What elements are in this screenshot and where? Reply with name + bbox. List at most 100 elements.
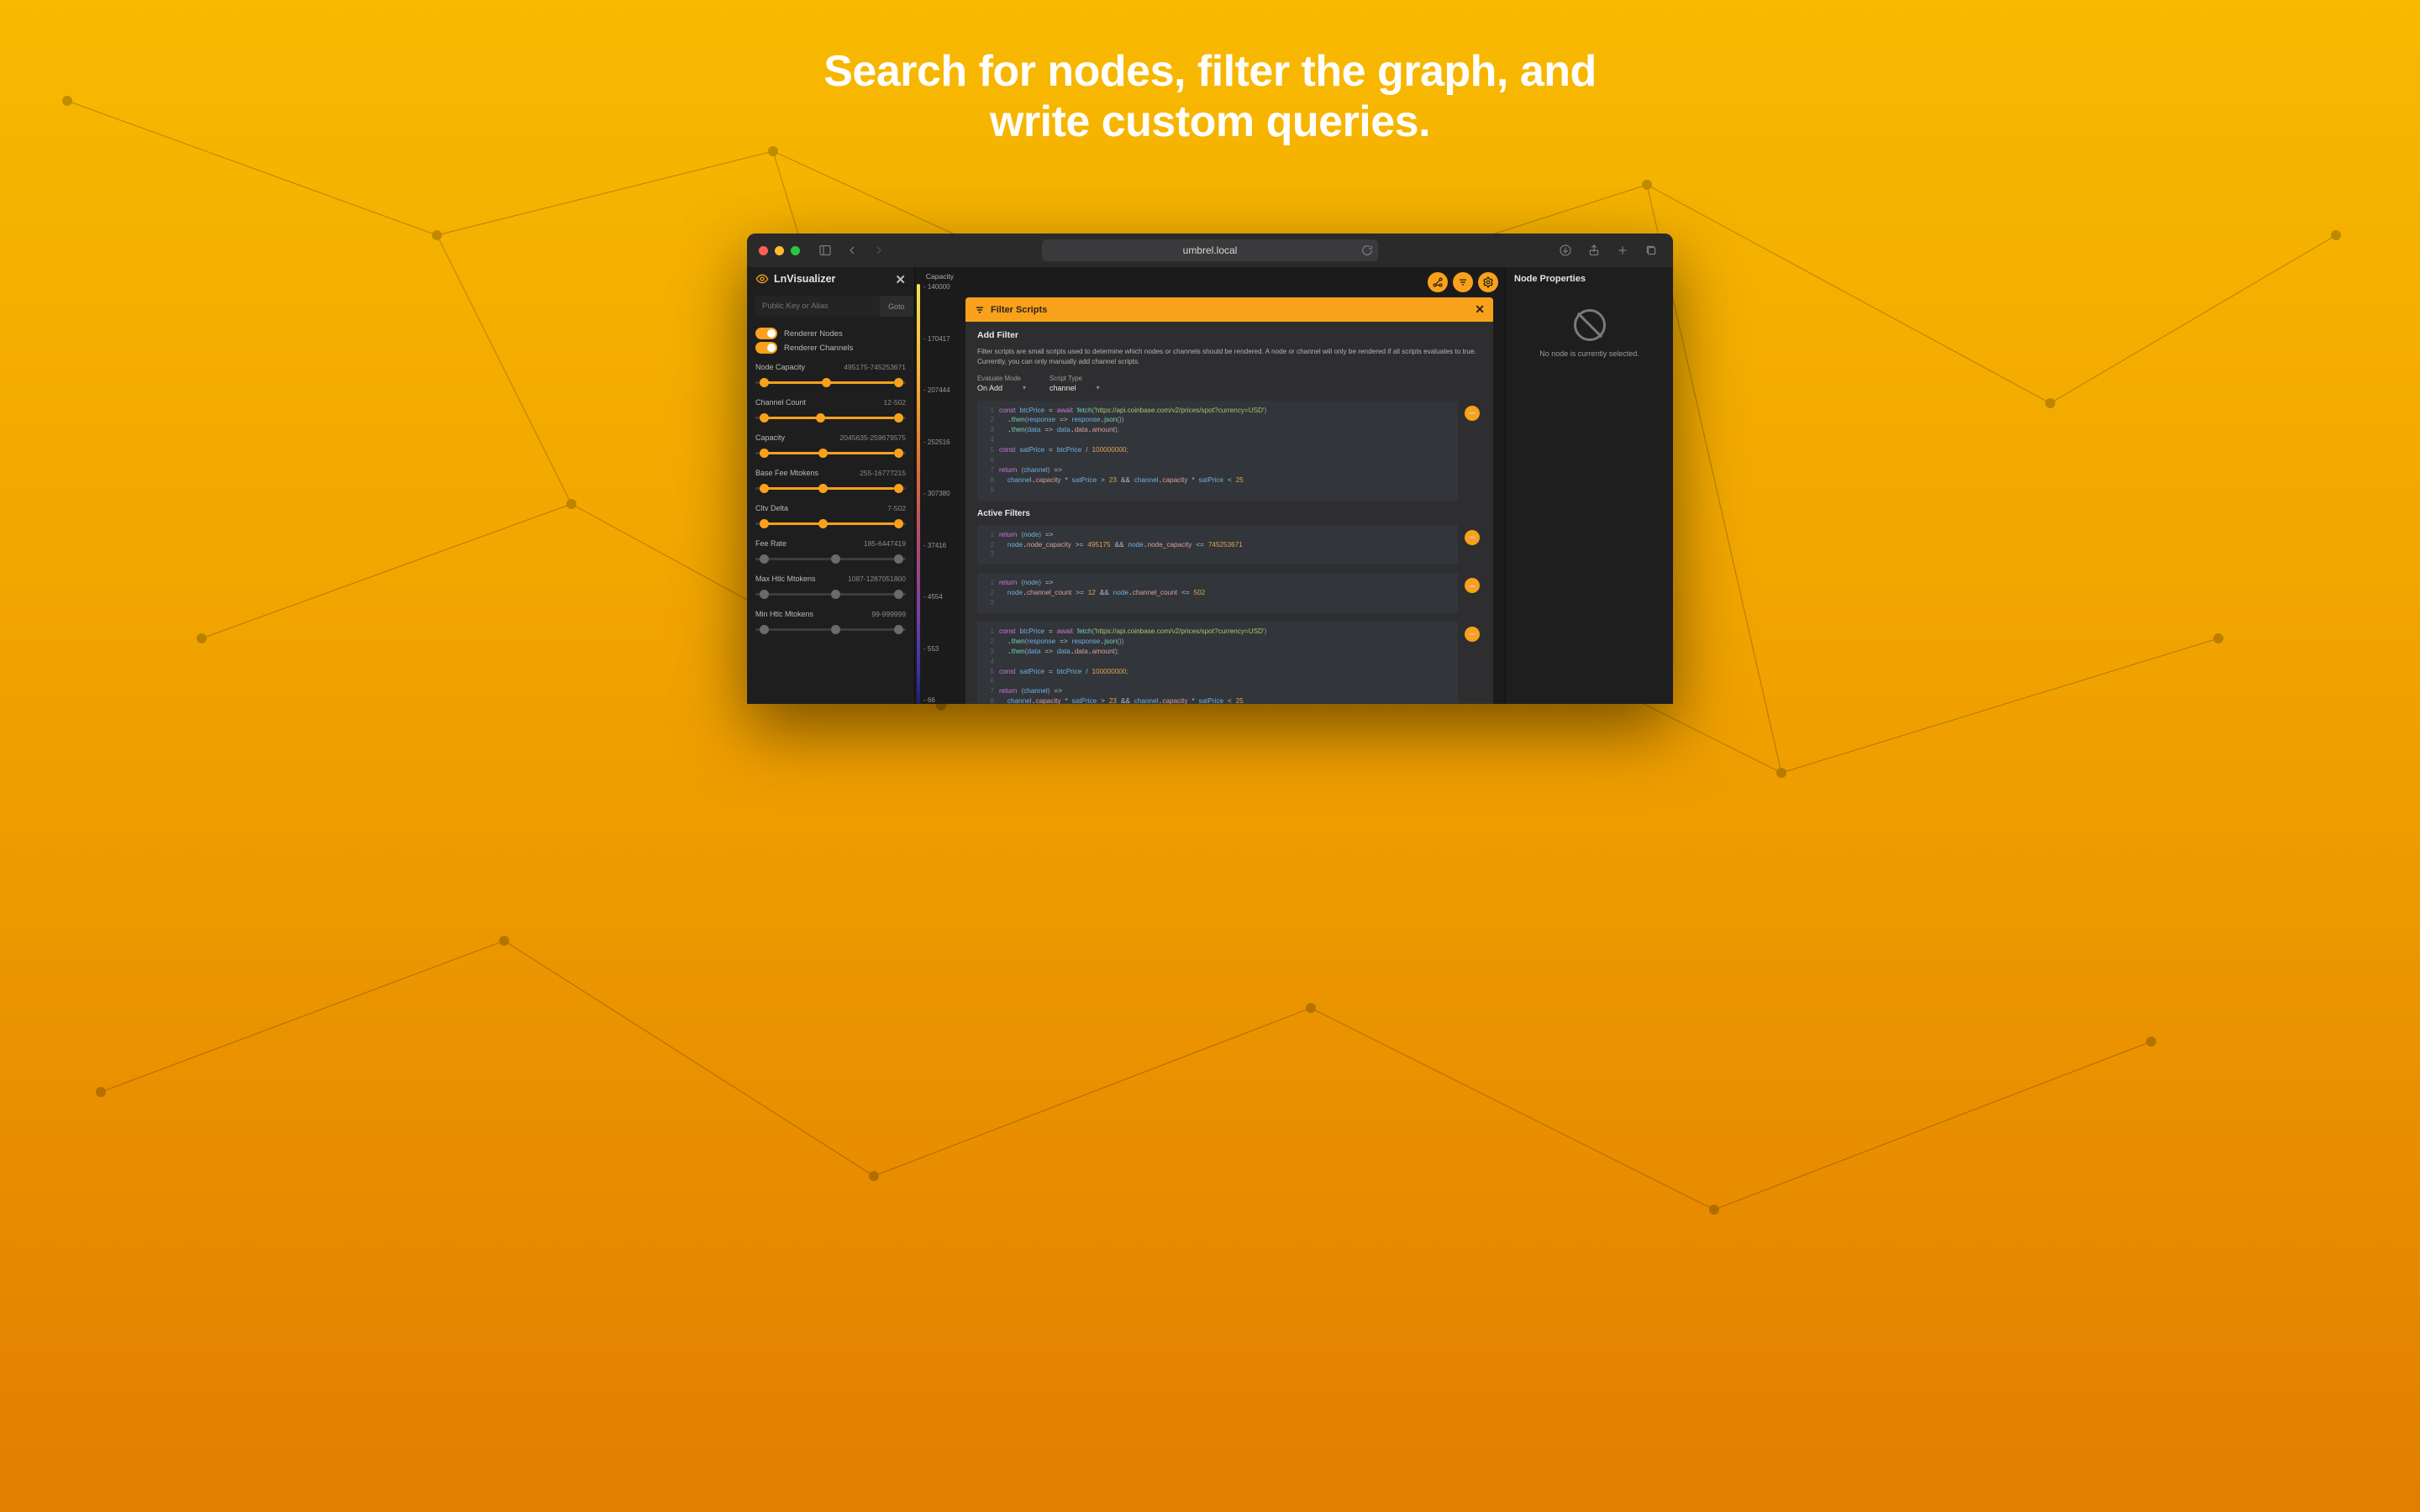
capacity-tick: - 553 bbox=[923, 646, 950, 653]
main-toolbar bbox=[1428, 272, 1498, 292]
right-inspector: Node Properties No node is currently sel… bbox=[1505, 267, 1673, 704]
capacity-tick: - 170417 bbox=[923, 336, 950, 343]
range-slider[interactable] bbox=[755, 623, 906, 635]
range-slider[interactable] bbox=[755, 376, 906, 388]
panel-body: Add Filter Filter scripts are small scri… bbox=[965, 322, 1493, 704]
range-value: 1087-1287051800 bbox=[848, 575, 906, 583]
range-slider[interactable] bbox=[755, 412, 906, 423]
range-value: 2045635-259679575 bbox=[840, 433, 906, 442]
evaluate-mode-select[interactable]: Evaluate Mode On Add bbox=[977, 375, 1026, 392]
range-filter: Cltv Delta 7-502 bbox=[755, 504, 906, 529]
filter-scripts-panel: Filter Scripts ✕ Add Filter Filter scrip… bbox=[965, 297, 1493, 704]
hero-line1: Search for nodes, filter the graph, and bbox=[823, 47, 1597, 96]
capacity-ticks: - 140000- 170417- 207444- 252516- 307380… bbox=[923, 284, 950, 704]
capacity-tick: - 307380 bbox=[923, 491, 950, 497]
filter-icon bbox=[974, 304, 986, 316]
evaluate-mode-label: Evaluate Mode bbox=[977, 375, 1026, 382]
range-label: Fee Rate bbox=[755, 539, 786, 548]
range-filter: Max Htlc Mtokens 1087-1287051800 bbox=[755, 575, 906, 600]
app-title: LnVisualizer ✕ bbox=[747, 267, 914, 291]
graph-icon[interactable] bbox=[1428, 272, 1448, 292]
panel-description: Filter scripts are small scripts used to… bbox=[977, 347, 1481, 368]
range-filter: Min Htlc Mtokens 99-999999 bbox=[755, 610, 906, 635]
range-slider[interactable] bbox=[755, 588, 906, 600]
settings-icon[interactable] bbox=[1478, 272, 1498, 292]
range-filter: Fee Rate 185-6447419 bbox=[755, 539, 906, 564]
refresh-icon[interactable] bbox=[1357, 241, 1377, 260]
evaluate-mode-value: On Add bbox=[977, 384, 1026, 392]
panel-title: Filter Scripts bbox=[991, 305, 1047, 315]
active-filter-remove-button[interactable]: − bbox=[1465, 578, 1480, 593]
range-label: Base Fee Mtokens bbox=[755, 469, 818, 477]
app-name: LnVisualizer bbox=[774, 273, 835, 285]
add-filter-remove-button[interactable]: − bbox=[1465, 406, 1480, 421]
range-label: Channel Count bbox=[755, 398, 806, 407]
tabs-overview-icon[interactable] bbox=[1641, 241, 1661, 260]
empty-icon bbox=[1574, 309, 1606, 341]
toggle-label: Renderer Nodes bbox=[784, 329, 843, 339]
toggle-switch[interactable] bbox=[755, 342, 777, 354]
script-type-select[interactable]: Script Type channel bbox=[1050, 375, 1100, 392]
render-toggles: Renderer Nodes Renderer Channels bbox=[747, 325, 914, 363]
capacity-tick: - 66 bbox=[923, 697, 950, 704]
range-value: 99-999999 bbox=[871, 610, 906, 618]
range-filter: Node Capacity 495175-745253671 bbox=[755, 363, 906, 388]
nav-forward-icon[interactable] bbox=[869, 241, 889, 260]
script-type-value: channel bbox=[1050, 384, 1100, 392]
browser-titlebar: umbrel.local bbox=[747, 234, 1673, 267]
range-filter: Capacity 2045635-259679575 bbox=[755, 433, 906, 459]
filter-icon[interactable] bbox=[1453, 272, 1473, 292]
window-minimize-icon[interactable] bbox=[775, 246, 784, 255]
add-filter-code[interactable]: 1const btcPrice = await fetch('https://a… bbox=[977, 401, 1458, 501]
hero-line2: write custom queries. bbox=[990, 97, 1430, 146]
active-filter-code[interactable]: 1return (node) => 2 node.node_capacity >… bbox=[977, 525, 1458, 565]
address-bar-text: umbrel.local bbox=[1183, 244, 1238, 256]
capacity-tick: - 140000 bbox=[923, 284, 950, 291]
capacity-tick: - 207444 bbox=[923, 387, 950, 394]
range-value: 255-16777215 bbox=[860, 469, 906, 477]
inspector-empty-state: No node is currently selected. bbox=[1514, 309, 1665, 358]
toggle-label: Renderer Channels bbox=[784, 344, 853, 353]
window-maximize-icon[interactable] bbox=[791, 246, 800, 255]
sidebar-close-icon[interactable]: ✕ bbox=[895, 272, 906, 287]
main-area: Capacity - 140000- 170417- 207444- 25251… bbox=[915, 267, 1505, 704]
range-slider[interactable] bbox=[755, 517, 906, 529]
sidebar-toggle-icon[interactable] bbox=[815, 241, 835, 260]
range-filter: Channel Count 12-502 bbox=[755, 398, 906, 423]
browser-window: umbrel.local LnVisualizer bbox=[747, 234, 1673, 704]
range-value: 185-6447419 bbox=[864, 539, 906, 548]
capacity-tick: - 37416 bbox=[923, 543, 950, 549]
search-input[interactable] bbox=[755, 296, 880, 317]
eye-icon bbox=[755, 272, 769, 286]
range-slider[interactable] bbox=[755, 447, 906, 459]
panel-header: Filter Scripts ✕ bbox=[965, 297, 1493, 322]
range-label: Cltv Delta bbox=[755, 504, 788, 512]
panel-close-icon[interactable]: ✕ bbox=[1475, 302, 1485, 317]
range-slider[interactable] bbox=[755, 553, 906, 564]
left-sidebar: LnVisualizer ✕ Goto Renderer Nodes Rende… bbox=[747, 267, 915, 704]
search-row: Goto bbox=[755, 296, 906, 317]
active-filters-list: 1return (node) => 2 node.node_capacity >… bbox=[977, 525, 1481, 704]
toggle-row: Renderer Channels bbox=[755, 342, 906, 354]
active-filter-code[interactable]: 1return (node) => 2 node.channel_count >… bbox=[977, 573, 1458, 613]
range-label: Max Htlc Mtokens bbox=[755, 575, 816, 583]
active-filter-remove-button[interactable]: − bbox=[1465, 627, 1480, 642]
range-label: Capacity bbox=[755, 433, 785, 442]
goto-button[interactable]: Goto bbox=[880, 296, 913, 317]
window-close-icon[interactable] bbox=[759, 246, 768, 255]
hero-headline: Search for nodes, filter the graph, and … bbox=[0, 47, 2420, 148]
inspector-title: Node Properties bbox=[1514, 274, 1665, 284]
active-filter-remove-button[interactable]: − bbox=[1465, 530, 1480, 545]
window-controls bbox=[759, 246, 800, 255]
range-value: 7-502 bbox=[887, 504, 906, 512]
toggle-switch[interactable] bbox=[755, 328, 777, 339]
downloads-icon[interactable] bbox=[1555, 241, 1576, 260]
active-filters-heading: Active Filters bbox=[977, 509, 1481, 518]
nav-back-icon[interactable] bbox=[842, 241, 862, 260]
share-icon[interactable] bbox=[1584, 241, 1604, 260]
range-filter: Base Fee Mtokens 255-16777215 bbox=[755, 469, 906, 494]
address-bar[interactable]: umbrel.local bbox=[1042, 239, 1378, 261]
range-slider[interactable] bbox=[755, 482, 906, 494]
active-filter-code[interactable]: 1const btcPrice = await fetch('https://a… bbox=[977, 622, 1458, 704]
new-tab-icon[interactable] bbox=[1612, 241, 1633, 260]
